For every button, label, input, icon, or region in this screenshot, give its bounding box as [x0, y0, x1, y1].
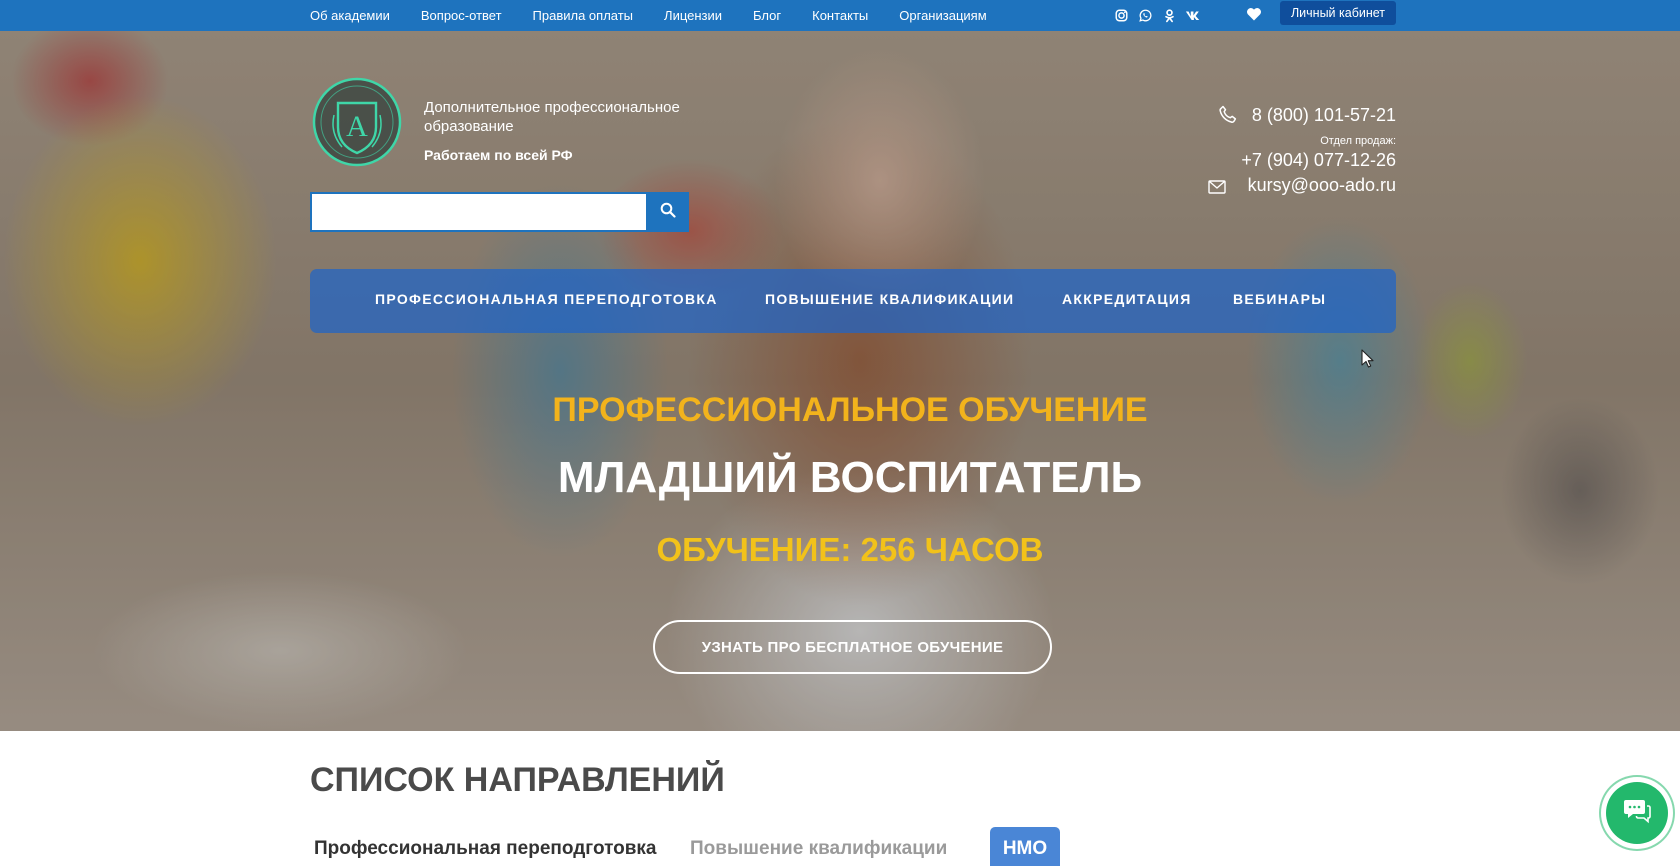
- nav-professional-retraining[interactable]: ПРОФЕССИОНАЛЬНАЯ ПЕРЕПОДГОТОВКА: [375, 291, 718, 307]
- odnoklassniki-icon[interactable]: [1161, 8, 1177, 24]
- top-nav-organizations[interactable]: Организациям: [899, 8, 986, 23]
- top-nav-faq[interactable]: Вопрос-ответ: [421, 8, 502, 23]
- brand-tagline: Работаем по всей РФ: [424, 147, 573, 163]
- phone-main[interactable]: 8 (800) 101-57-21: [1252, 105, 1396, 126]
- top-nav-payment-rules[interactable]: Правила оплаты: [533, 8, 634, 23]
- phone-icon: [1218, 104, 1238, 124]
- top-nav-contacts[interactable]: Контакты: [812, 8, 868, 23]
- directions-title: СПИСОК НАПРАВЛЕНИЙ: [310, 761, 725, 799]
- mail-icon: [1208, 180, 1226, 194]
- tab-qualification-upgrade[interactable]: Повышение квалификации: [690, 838, 947, 860]
- chat-bubble-icon: [1623, 798, 1651, 829]
- top-nav-blog[interactable]: Блог: [753, 8, 781, 23]
- main-nav: ПРОФЕССИОНАЛЬНАЯ ПЕРЕПОДГОТОВКА ПОВЫШЕНИ…: [310, 269, 1396, 333]
- contact-email[interactable]: kursy@ooo-ado.ru: [1248, 175, 1396, 196]
- tab-nmo[interactable]: НМО: [990, 827, 1060, 866]
- chat-widget-button[interactable]: [1599, 775, 1675, 851]
- instagram-icon[interactable]: [1113, 8, 1129, 24]
- hero-subtitle: ПРОФЕССИОНАЛЬНОЕ ОБУЧЕНИЕ: [552, 391, 1148, 429]
- hero-section: A Дополнительное профессиональное образо…: [0, 31, 1680, 731]
- whatsapp-icon[interactable]: [1137, 8, 1153, 24]
- search-icon: [660, 202, 676, 223]
- sales-department-label: Отдел продаж:: [1320, 135, 1396, 147]
- vk-icon[interactable]: [1185, 8, 1201, 24]
- hero-duration: ОБУЧЕНИЕ: 256 ЧАСОВ: [656, 531, 1044, 568]
- top-nav-licenses[interactable]: Лицензии: [664, 8, 722, 23]
- academy-logo[interactable]: A: [312, 77, 402, 167]
- top-bar: Об академии Вопрос-ответ Правила оплаты …: [0, 0, 1680, 31]
- phone-sales[interactable]: +7 (904) 077-12-26: [1241, 150, 1396, 171]
- favorites-heart-icon[interactable]: [1246, 6, 1264, 24]
- svg-text:A: A: [346, 110, 368, 143]
- social-links: [1113, 0, 1201, 31]
- hero-title: МЛАДШИЙ ВОСПИТАТЕЛЬ: [557, 453, 1143, 502]
- search-input[interactable]: [310, 192, 648, 232]
- free-training-button[interactable]: УЗНАТЬ ПРО БЕСПЛАТНОЕ ОБУЧЕНИЕ: [653, 620, 1052, 674]
- search-button[interactable]: [647, 192, 689, 232]
- nav-webinars[interactable]: ВЕБИНАРЫ: [1233, 291, 1326, 307]
- personal-cabinet-button[interactable]: Личный кабинет: [1280, 1, 1396, 25]
- top-nav-about[interactable]: Об академии: [310, 8, 390, 23]
- nav-qualification-upgrade[interactable]: ПОВЫШЕНИЕ КВАЛИФИКАЦИИ: [765, 291, 1014, 307]
- brand-description: Дополнительное профессиональное образова…: [424, 99, 680, 135]
- tab-professional-retraining[interactable]: Профессиональная переподготовка: [314, 838, 657, 860]
- mouse-cursor-icon: [1361, 349, 1375, 369]
- chat-widget-inner: [1606, 782, 1668, 844]
- nav-accreditation[interactable]: АККРЕДИТАЦИЯ: [1062, 291, 1192, 307]
- top-nav: Об академии Вопрос-ответ Правила оплаты …: [310, 0, 1018, 31]
